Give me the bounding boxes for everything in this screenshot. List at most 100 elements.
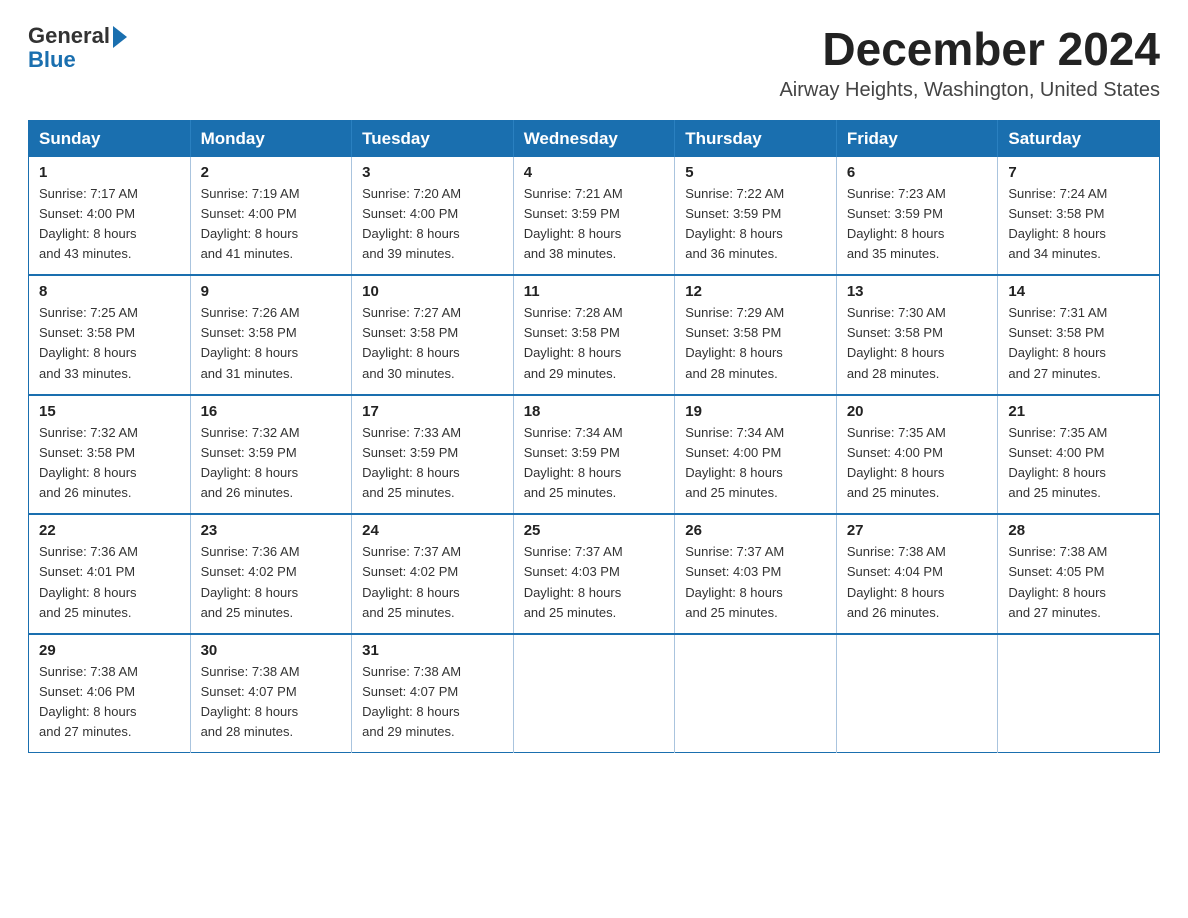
daylight-text: Daylight: 8 hours (39, 704, 137, 719)
calendar-cell (836, 634, 998, 753)
calendar-cell: 20Sunrise: 7:35 AMSunset: 4:00 PMDayligh… (836, 395, 998, 515)
daylight-minutes-text: and 30 minutes. (362, 366, 455, 381)
calendar-cell: 11Sunrise: 7:28 AMSunset: 3:58 PMDayligh… (513, 275, 675, 395)
daylight-minutes-text: and 38 minutes. (524, 246, 617, 261)
daylight-minutes-text: and 25 minutes. (524, 605, 617, 620)
daylight-minutes-text: and 25 minutes. (201, 605, 294, 620)
calendar-cell: 4Sunrise: 7:21 AMSunset: 3:59 PMDaylight… (513, 157, 675, 276)
day-info: Sunrise: 7:29 AMSunset: 3:58 PMDaylight:… (685, 303, 826, 384)
daylight-minutes-text: and 25 minutes. (524, 485, 617, 500)
sunrise-text: Sunrise: 7:35 AM (1008, 425, 1107, 440)
sunset-text: Sunset: 4:02 PM (201, 564, 297, 579)
daylight-minutes-text: and 26 minutes. (847, 605, 940, 620)
calendar-cell: 6Sunrise: 7:23 AMSunset: 3:59 PMDaylight… (836, 157, 998, 276)
calendar-cell: 8Sunrise: 7:25 AMSunset: 3:58 PMDaylight… (29, 275, 191, 395)
daylight-text: Daylight: 8 hours (524, 585, 622, 600)
sunrise-text: Sunrise: 7:37 AM (362, 544, 461, 559)
day-info: Sunrise: 7:38 AMSunset: 4:07 PMDaylight:… (201, 662, 342, 743)
page-header: General Blue December 2024 Airway Height… (28, 24, 1160, 102)
sunset-text: Sunset: 3:58 PM (1008, 206, 1104, 221)
sunrise-text: Sunrise: 7:22 AM (685, 186, 784, 201)
sunset-text: Sunset: 3:58 PM (524, 325, 620, 340)
daylight-minutes-text: and 27 minutes. (39, 724, 132, 739)
daylight-text: Daylight: 8 hours (39, 465, 137, 480)
sunrise-text: Sunrise: 7:36 AM (201, 544, 300, 559)
calendar-cell: 7Sunrise: 7:24 AMSunset: 3:58 PMDaylight… (998, 157, 1160, 276)
day-number: 5 (685, 164, 826, 181)
calendar-cell: 2Sunrise: 7:19 AMSunset: 4:00 PMDaylight… (190, 157, 352, 276)
calendar-cell: 10Sunrise: 7:27 AMSunset: 3:58 PMDayligh… (352, 275, 514, 395)
calendar-cell: 14Sunrise: 7:31 AMSunset: 3:58 PMDayligh… (998, 275, 1160, 395)
sunrise-text: Sunrise: 7:32 AM (201, 425, 300, 440)
calendar-cell: 17Sunrise: 7:33 AMSunset: 3:59 PMDayligh… (352, 395, 514, 515)
col-header-saturday: Saturday (998, 120, 1160, 157)
calendar-cell: 30 Sunrise: 7:38 AMSunset: 4:07 PMDayligh… (190, 634, 352, 753)
day-number: 24 (362, 522, 503, 539)
sunrise-text: Sunrise: 7:32 AM (39, 425, 138, 440)
day-number: 27 (847, 522, 988, 539)
calendar-cell: 15Sunrise: 7:32 AMSunset: 3:58 PMDayligh… (29, 395, 191, 515)
calendar-cell: 19Sunrise: 7:34 AMSunset: 4:00 PMDayligh… (675, 395, 837, 515)
day-info: Sunrise: 7:30 AMSunset: 3:58 PMDaylight:… (847, 303, 988, 384)
sunset-text: Sunset: 4:01 PM (39, 564, 135, 579)
sunset-text: Sunset: 3:58 PM (1008, 325, 1104, 340)
day-number: 7 (1008, 164, 1149, 181)
calendar-cell: 29Sunrise: 7:38 AMSunset: 4:06 PMDayligh… (29, 634, 191, 753)
logo-general-text: General (28, 24, 110, 48)
daylight-minutes-text: and 33 minutes. (39, 366, 132, 381)
day-info: Sunrise: 7:23 AMSunset: 3:59 PMDaylight:… (847, 184, 988, 265)
calendar-cell: 24 Sunrise: 7:37 AMSunset: 4:02 PMDayligh… (352, 514, 514, 634)
daylight-minutes-text: and 27 minutes. (1008, 605, 1101, 620)
daylight-text: Daylight: 8 hours (201, 465, 299, 480)
daylight-text: Daylight: 8 hours (847, 585, 945, 600)
day-info: Sunrise: 7:27 AM Sunset: 3:58 PM Daylight:… (362, 303, 503, 384)
sunset-text: Sunset: 3:59 PM (847, 206, 943, 221)
calendar-cell (513, 634, 675, 753)
day-info: Sunrise: 7:37 AMSunset: 4:02 PMDaylight:… (362, 542, 503, 623)
calendar-cell: 28Sunrise: 7:38 AMSunset: 4:05 PMDayligh… (998, 514, 1160, 634)
daylight-minutes-text: and 28 minutes. (201, 724, 294, 739)
sunrise-text: Sunrise: 7:34 AM (685, 425, 784, 440)
logo-triangle-icon (113, 26, 127, 48)
day-number: 30 (201, 642, 342, 659)
sunset-text: Sunset: 3:58 PM (39, 325, 135, 340)
day-number: 31 (362, 642, 503, 659)
sunrise-text: Sunrise: 7:37 AM (524, 544, 623, 559)
day-number: 23 (201, 522, 342, 539)
sunrise-text: Sunrise: 7:30 AM (847, 305, 946, 320)
daylight-text: Daylight: 8 hours (201, 585, 299, 600)
daylight-text: Daylight: 8 hours (362, 226, 460, 241)
calendar-table: SundayMondayTuesdayWednesdayThursdayFrid… (28, 120, 1160, 754)
sunrise-text: Sunrise: 7:21 AM (524, 186, 623, 201)
sunset-text: Sunset: 3:59 PM (524, 206, 620, 221)
day-info: Sunrise: 7:19 AMSunset: 4:00 PMDaylight:… (201, 184, 342, 265)
sunset-text: Sunset: 3:58 PM (362, 325, 458, 340)
title-area: December 2024 Airway Heights, Washington… (779, 24, 1160, 102)
sunrise-text: Sunrise: 7:27 AM (362, 305, 461, 320)
sunset-text: Sunset: 3:59 PM (362, 445, 458, 460)
calendar-cell: 12Sunrise: 7:29 AMSunset: 3:58 PMDayligh… (675, 275, 837, 395)
daylight-text: Daylight: 8 hours (362, 345, 460, 360)
col-header-sunday: Sunday (29, 120, 191, 157)
day-info: Sunrise: 7:38 AMSunset: 4:07 PMDaylight:… (362, 662, 503, 743)
daylight-text: Daylight: 8 hours (362, 465, 460, 480)
sunrise-text: Sunrise: 7:38 AM (847, 544, 946, 559)
day-number: 3 (362, 164, 503, 181)
day-number: 9 (201, 283, 342, 300)
daylight-minutes-text: and 25 minutes. (362, 485, 455, 500)
day-number: 25 (524, 522, 665, 539)
daylight-minutes-text: and 27 minutes. (1008, 366, 1101, 381)
day-number: 21 (1008, 403, 1149, 420)
day-info: Sunrise: 7:20 AMSunset: 4:00 PMDaylight:… (362, 184, 503, 265)
daylight-text: Daylight: 8 hours (1008, 585, 1106, 600)
day-number: 11 (524, 283, 665, 300)
daylight-text: Daylight: 8 hours (524, 465, 622, 480)
sunrise-text: Sunrise: 7:24 AM (1008, 186, 1107, 201)
day-info: Sunrise: 7:22 AMSunset: 3:59 PMDaylight:… (685, 184, 826, 265)
daylight-text: Daylight: 8 hours (685, 585, 783, 600)
daylight-text: Daylight: 8 hours (847, 226, 945, 241)
day-number: 29 (39, 642, 180, 659)
sunset-text: Sunset: 4:00 PM (201, 206, 297, 221)
daylight-minutes-text: and 25 minutes. (685, 605, 778, 620)
day-info: Sunrise: 7:38 AMSunset: 4:05 PMDaylight:… (1008, 542, 1149, 623)
